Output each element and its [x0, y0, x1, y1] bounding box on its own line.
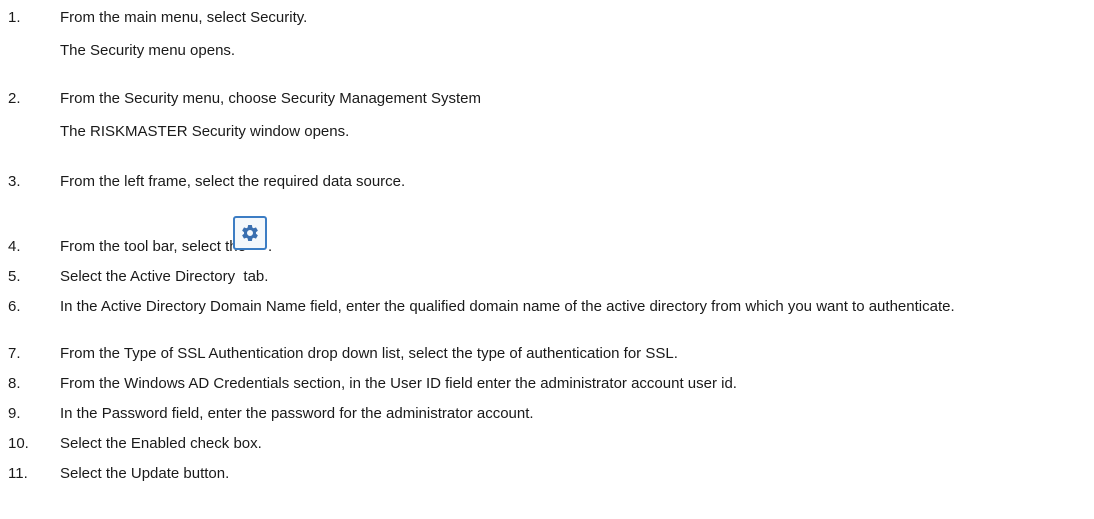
step-number: 10.: [8, 435, 29, 452]
step-text: Select the Update button.: [60, 465, 230, 482]
step-result: The Security menu opens.: [60, 42, 236, 59]
step-number: 4.: [8, 238, 21, 255]
step-number: 1.: [8, 9, 21, 26]
step-number: 8.: [8, 375, 21, 392]
step-text-suffix: .: [268, 238, 273, 255]
gear-icon: [242, 224, 258, 241]
step-text: Select the Active Directory tab.: [60, 268, 269, 285]
step-text: In the Password field, enter the passwor…: [60, 405, 534, 422]
step-number: 5.: [8, 268, 21, 285]
step-number: 6.: [8, 298, 21, 315]
step-text: From the main menu, select Security.: [60, 9, 308, 26]
step-number: 2.: [8, 90, 21, 107]
step-result: The RISKMASTER Security window opens.: [60, 123, 350, 140]
step-number: 9.: [8, 405, 21, 422]
step-text: Select the Enabled check box.: [60, 435, 262, 452]
step-text: From the Windows AD Credentials section,…: [60, 375, 737, 392]
step-text: From the left frame, select the required…: [60, 173, 406, 190]
step-text: From the Type of SSL Authentication drop…: [60, 345, 678, 362]
step-text: From the Security menu, choose Security …: [60, 90, 482, 107]
step-text: In the Active Directory Domain Name fiel…: [60, 298, 955, 315]
step-number: 7.: [8, 345, 21, 362]
step-number: 3.: [8, 173, 21, 190]
step-text: From the tool bar, select the: [60, 238, 246, 255]
settings-toolbar-button: [233, 216, 267, 250]
step-number: 11.: [8, 465, 28, 482]
